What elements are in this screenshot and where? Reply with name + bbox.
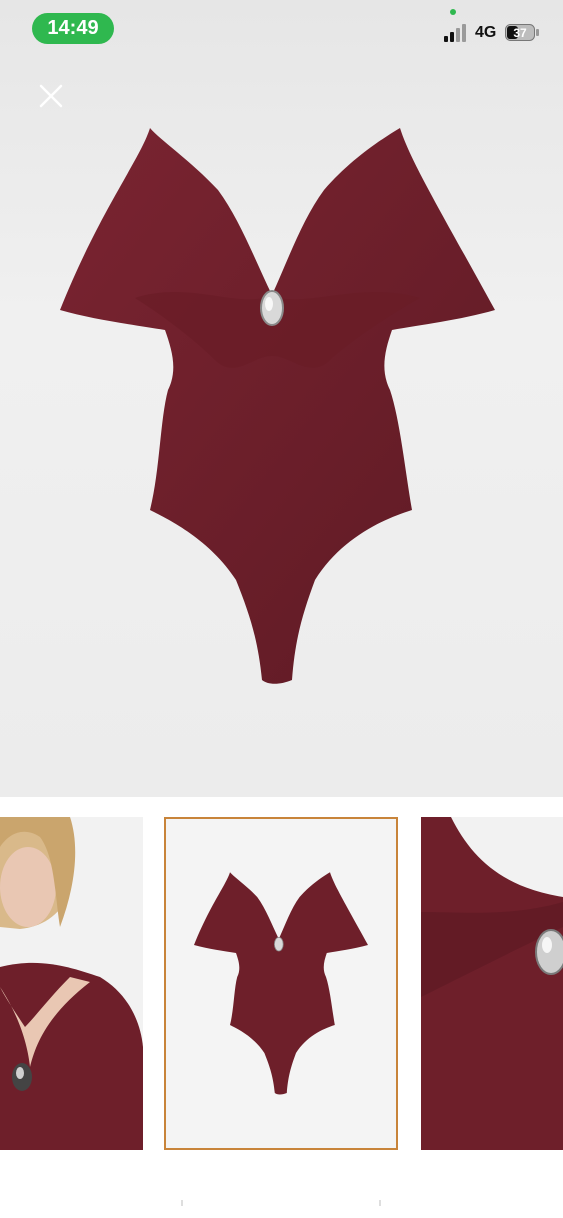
- battery-level: 37: [513, 26, 527, 40]
- product-image-viewer[interactable]: 14:49 4G 37: [0, 0, 563, 797]
- network-type: 4G: [475, 24, 497, 41]
- signal-icon: [444, 24, 466, 42]
- thumbnail-strip: [0, 797, 563, 1177]
- bodysuit-main-image: [60, 128, 495, 684]
- privacy-indicator-dot: [450, 9, 456, 15]
- status-time: 14:49: [32, 13, 114, 44]
- battery-icon: 37: [505, 24, 539, 41]
- scroll-indicator: [181, 1200, 381, 1206]
- status-bar: 14:49 4G 37: [0, 0, 563, 60]
- thumbnail-model[interactable]: [0, 817, 143, 1150]
- close-icon[interactable]: [36, 81, 66, 111]
- thumbnail-detail[interactable]: [421, 817, 563, 1150]
- thumbnail-product[interactable]: [164, 817, 398, 1150]
